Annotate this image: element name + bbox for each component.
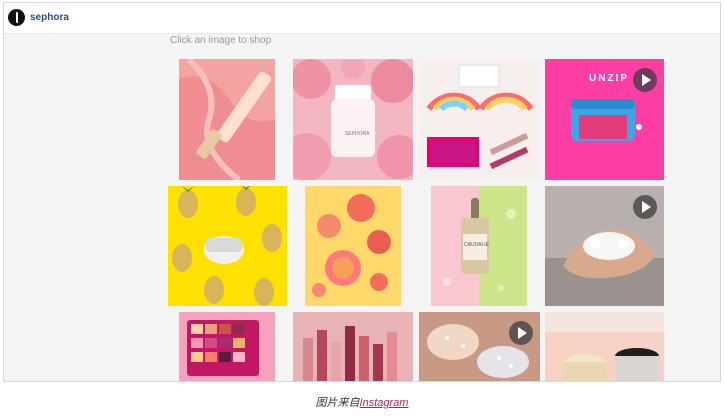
peach-blush-compacts-photo[interactable] [305,186,401,306]
pineapple-cream-jar-photo[interactable] [168,186,287,306]
instagram-embed: sephora Click an image to shop SEPHORA U… [3,2,721,382]
glitter-swatch-photo[interactable] [419,312,540,381]
play-icon[interactable] [633,195,657,219]
serum-label: CAUDALIE [464,242,490,248]
embed-header: sephora [4,3,720,34]
caption-prefix: 图片来自 [315,397,360,409]
play-icon[interactable] [509,321,533,345]
username-link[interactable]: sephora [30,12,69,23]
roses-serum-bottle-photo[interactable]: SEPHORA [293,59,413,180]
foam-hand-photo[interactable] [545,186,664,306]
unzip-pouch-photo[interactable]: UNZIP [545,59,664,180]
bottle-label: SEPHORA [345,131,370,137]
play-icon[interactable] [633,68,657,92]
instagram-link[interactable]: Instagram [360,397,409,409]
unzip-overlay-text: UNZIP [589,73,629,84]
image-caption: 图片来自Instagram [0,394,724,410]
caudalie-serum-photo[interactable]: CAUDALIE [431,186,527,306]
shop-hint: Click an image to shop [170,35,272,46]
eyeshadow-palette-photo[interactable] [179,312,275,381]
cream-jars-photo[interactable] [545,312,664,381]
rainbow-palette-photo[interactable] [419,59,540,180]
lipstick-collection-photo[interactable] [293,312,413,381]
sephora-logo-icon[interactable] [8,9,25,26]
pink-gloss-tube-photo[interactable] [179,59,275,180]
